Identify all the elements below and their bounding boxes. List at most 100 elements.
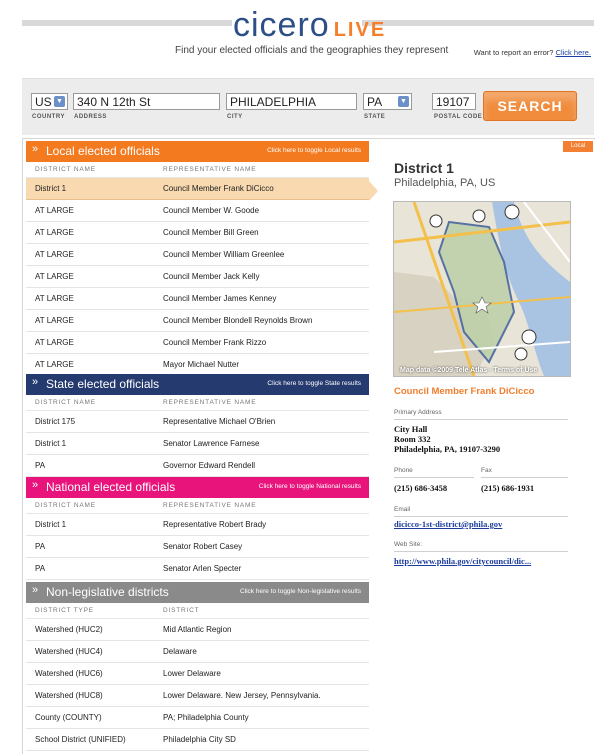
national-column-headers: DISTRICT NAME REPRESENTATIVE NAME [26, 498, 369, 514]
chevron-down-icon[interactable]: » [32, 376, 38, 388]
table-row[interactable]: AT LARGE Council Member Jack Kelly [26, 266, 369, 288]
representative-name: Council Member Frank DiCicco [163, 184, 274, 193]
table-row[interactable]: District 1 Representative Robert Brady [26, 514, 369, 536]
state-label: STATE [364, 114, 386, 120]
header: cicero LIVE Find your elected officials a… [0, 0, 595, 62]
district-name: AT LARGE [35, 360, 74, 369]
chevron-down-icon[interactable]: » [32, 584, 38, 596]
table-row[interactable]: PA Senator Arlen Specter [26, 558, 369, 580]
section-title: Non-legislative districts [46, 585, 169, 599]
district-value: Philadelphia City SD [163, 735, 236, 744]
toggle-state-link[interactable]: Click here to toggle State results [267, 380, 361, 387]
column-header: DISTRICT TYPE [35, 607, 94, 614]
selected-row-pointer [369, 181, 378, 201]
table-row[interactable]: PA Governor Edward Rendell [26, 455, 369, 477]
city-label: CITY [227, 114, 243, 120]
logo-cicero: cicero [233, 6, 330, 44]
table-row[interactable]: School District (UNIFIED) Philadelphia Ci… [26, 729, 369, 751]
divider [394, 551, 568, 552]
column-header: REPRESENTATIVE NAME [163, 166, 257, 173]
district-name: AT LARGE [35, 316, 74, 325]
logo[interactable]: cicero LIVE [233, 8, 386, 47]
address-line: Room 332 [394, 434, 431, 444]
table-row[interactable]: AT LARGE Council Member Blondell Reynolds… [26, 310, 369, 332]
representative-name: Council Member Bill Green [163, 228, 259, 237]
section-title: National elected officials [46, 480, 176, 494]
district-name: District 1 [35, 520, 67, 529]
district-type: Watershed (HUC4) [35, 647, 103, 656]
country-label: COUNTRY [32, 114, 65, 120]
column-header: DISTRICT NAME [35, 502, 96, 509]
district-name: AT LARGE [35, 250, 74, 259]
table-row[interactable]: District 175 Representative Michael O'Bri… [26, 411, 369, 433]
table-row[interactable]: PA Senator Robert Casey [26, 536, 369, 558]
divider [394, 477, 474, 478]
divider [481, 477, 568, 478]
district-value: Delaware [163, 647, 197, 656]
table-row[interactable]: District 1 Senator Lawrence Farnese [26, 433, 369, 455]
postal-label: POSTAL CODE [434, 114, 483, 120]
map-attribution: Map data ©2009 Tele Atlas - Terms of Use [400, 367, 538, 374]
toggle-local-link[interactable]: Click here to toggle Local results [267, 147, 361, 154]
district-name: PA [35, 564, 46, 573]
table-row[interactable]: District 1 Council Member Frank DiCicco [26, 178, 369, 200]
table-row[interactable]: AT LARGE Council Member James Kenney [26, 288, 369, 310]
state-select[interactable]: PA ▼ [363, 93, 412, 110]
column-header: DISTRICT [163, 607, 200, 614]
report-error-link[interactable]: Click here. [556, 48, 591, 57]
table-row[interactable]: Watershed (HUC4) Delaware [26, 641, 369, 663]
representative-name: Senator Arlen Specter [163, 564, 242, 573]
local-section-header[interactable]: » Local elected officials Click here to … [26, 141, 369, 162]
map-graphic [394, 202, 570, 376]
column-header: DISTRICT NAME [35, 399, 96, 406]
table-row[interactable]: AT LARGE Mayor Michael Nutter [26, 354, 369, 376]
district-type: Watershed (HUC2) [35, 625, 103, 634]
representative-name: Council Member William Greenlee [163, 250, 285, 259]
toggle-national-link[interactable]: Click here to toggle National results [259, 483, 361, 490]
official-name: Council Member Frank DiCicco [394, 386, 535, 397]
table-row[interactable]: Watershed (HUC2) Mid Atlantic Region [26, 619, 369, 641]
district-map[interactable]: Map data ©2009 Tele Atlas - Terms of Use [393, 201, 571, 377]
search-button[interactable]: SEARCH [483, 91, 577, 121]
district-value: PA; Philadelphia County [163, 713, 249, 722]
website-link[interactable]: http://www.phila.gov/citycouncil/dic... [394, 556, 531, 566]
table-row[interactable]: AT LARGE Council Member W. Goode [26, 200, 369, 222]
postal-input[interactable]: 19107 [432, 93, 476, 110]
country-select[interactable]: US ▼ [31, 93, 68, 110]
toggle-nonleg-link[interactable]: Click here to toggle Non-legislative res… [240, 588, 361, 595]
address-label: Primary Address [394, 409, 442, 416]
column-header: REPRESENTATIVE NAME [163, 502, 257, 509]
representative-name: Mayor Michael Nutter [163, 360, 240, 369]
representative-name: Council Member W. Goode [163, 206, 260, 215]
address-line: Philadelphia, PA, 19107-3290 [394, 444, 501, 454]
state-column-headers: DISTRICT NAME REPRESENTATIVE NAME [26, 395, 369, 411]
nonleg-section-header[interactable]: » Non-legislative districts Click here t… [26, 582, 369, 603]
chevron-down-icon[interactable]: ▼ [54, 96, 65, 107]
representative-name: Governor Edward Rendell [163, 461, 256, 470]
state-section-header[interactable]: » State elected officials Click here to … [26, 374, 369, 395]
table-row[interactable]: AT LARGE Council Member Bill Green [26, 222, 369, 244]
email-link[interactable]: dicicco-1st-district@phila.gov [394, 519, 502, 529]
table-row[interactable]: AT LARGE Council Member Frank Rizzo [26, 332, 369, 354]
district-type: School District (UNIFIED) [35, 735, 126, 744]
email-label: Email [394, 506, 411, 513]
district-name: District 1 [35, 439, 67, 448]
chevron-down-icon[interactable]: ▼ [398, 96, 409, 107]
section-title: Local elected officials [46, 144, 160, 158]
address-input[interactable]: 340 N 12th St [73, 93, 220, 110]
district-location: Philadelphia, PA, US [394, 177, 496, 189]
chevron-down-icon[interactable]: » [32, 143, 38, 155]
state-value: PA [367, 95, 383, 109]
chevron-down-icon[interactable]: » [32, 479, 38, 491]
table-row[interactable]: Watershed (HUC6) Lower Delaware [26, 663, 369, 685]
district-type: Watershed (HUC8) [35, 691, 103, 700]
table-row[interactable]: Watershed (HUC8) Lower Delaware. New Jers… [26, 685, 369, 707]
district-name: AT LARGE [35, 338, 74, 347]
table-row[interactable]: AT LARGE Council Member William Greenlee [26, 244, 369, 266]
table-row[interactable]: County (COUNTY) PA; Philadelphia County [26, 707, 369, 729]
report-error: Want to report an error? Click here. [474, 48, 591, 57]
tagline: Find your elected officials and the geog… [175, 45, 449, 56]
national-section-header[interactable]: » National elected officials Click here … [26, 477, 369, 498]
city-input[interactable]: PHILADELPHIA [226, 93, 357, 110]
country-value: US [35, 95, 52, 109]
